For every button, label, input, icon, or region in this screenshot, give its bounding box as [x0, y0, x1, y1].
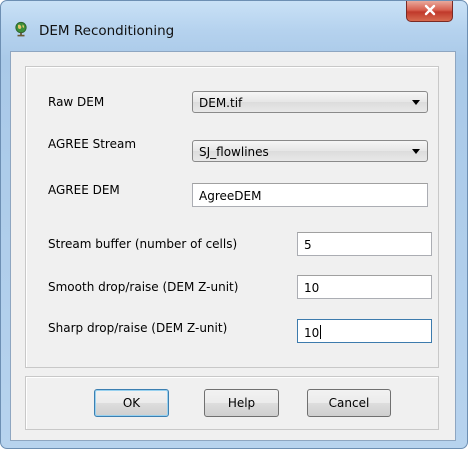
- stream-buffer-label: Stream buffer (number of cells): [48, 237, 238, 251]
- ok-button[interactable]: OK: [94, 389, 169, 417]
- title-bar[interactable]: DEM Reconditioning: [1, 1, 467, 51]
- smooth-drop-field[interactable]: 10: [297, 275, 432, 299]
- sharp-drop-value-wrap: 10: [304, 325, 322, 340]
- help-button[interactable]: Help: [204, 389, 279, 417]
- agree-dem-field[interactable]: AgreeDEM: [192, 183, 428, 207]
- close-icon: [423, 4, 437, 19]
- close-button[interactable]: [406, 1, 453, 22]
- agree-stream-dropdown[interactable]: SJ_flowlines: [192, 140, 428, 162]
- cancel-button[interactable]: Cancel: [307, 389, 391, 417]
- raw-dem-dropdown[interactable]: DEM.tif: [192, 91, 428, 113]
- buttons-group: OK Help Cancel: [25, 376, 439, 430]
- smooth-drop-value: 10: [304, 281, 320, 295]
- sharp-drop-value: 10: [304, 326, 320, 340]
- window-title: DEM Reconditioning: [39, 23, 175, 39]
- raw-dem-value: DEM.tif: [199, 96, 243, 110]
- dialog-window: DEM Reconditioning Raw DEM DEM.tif AGREE…: [0, 0, 468, 449]
- sharp-drop-field[interactable]: 10: [297, 319, 432, 343]
- chevron-down-icon: [412, 149, 420, 154]
- raw-dem-label: Raw DEM: [48, 95, 105, 109]
- smooth-drop-label: Smooth drop/raise (DEM Z-unit): [48, 280, 239, 294]
- chevron-down-icon: [412, 100, 420, 105]
- globe-icon: [13, 21, 29, 37]
- parameters-group: Raw DEM DEM.tif AGREE Stream SJ_flowline…: [25, 66, 439, 368]
- agree-stream-value: SJ_flowlines: [199, 145, 269, 159]
- stream-buffer-field[interactable]: 5: [297, 232, 432, 256]
- agree-dem-label: AGREE DEM: [48, 183, 120, 197]
- agree-stream-label: AGREE Stream: [48, 137, 137, 151]
- sharp-drop-label: Sharp drop/raise (DEM Z-unit): [48, 321, 228, 335]
- stream-buffer-value: 5: [304, 238, 312, 252]
- agree-dem-value: AgreeDEM: [199, 189, 262, 203]
- dialog-client-area: Raw DEM DEM.tif AGREE Stream SJ_flowline…: [10, 51, 456, 441]
- text-caret: [320, 325, 322, 339]
